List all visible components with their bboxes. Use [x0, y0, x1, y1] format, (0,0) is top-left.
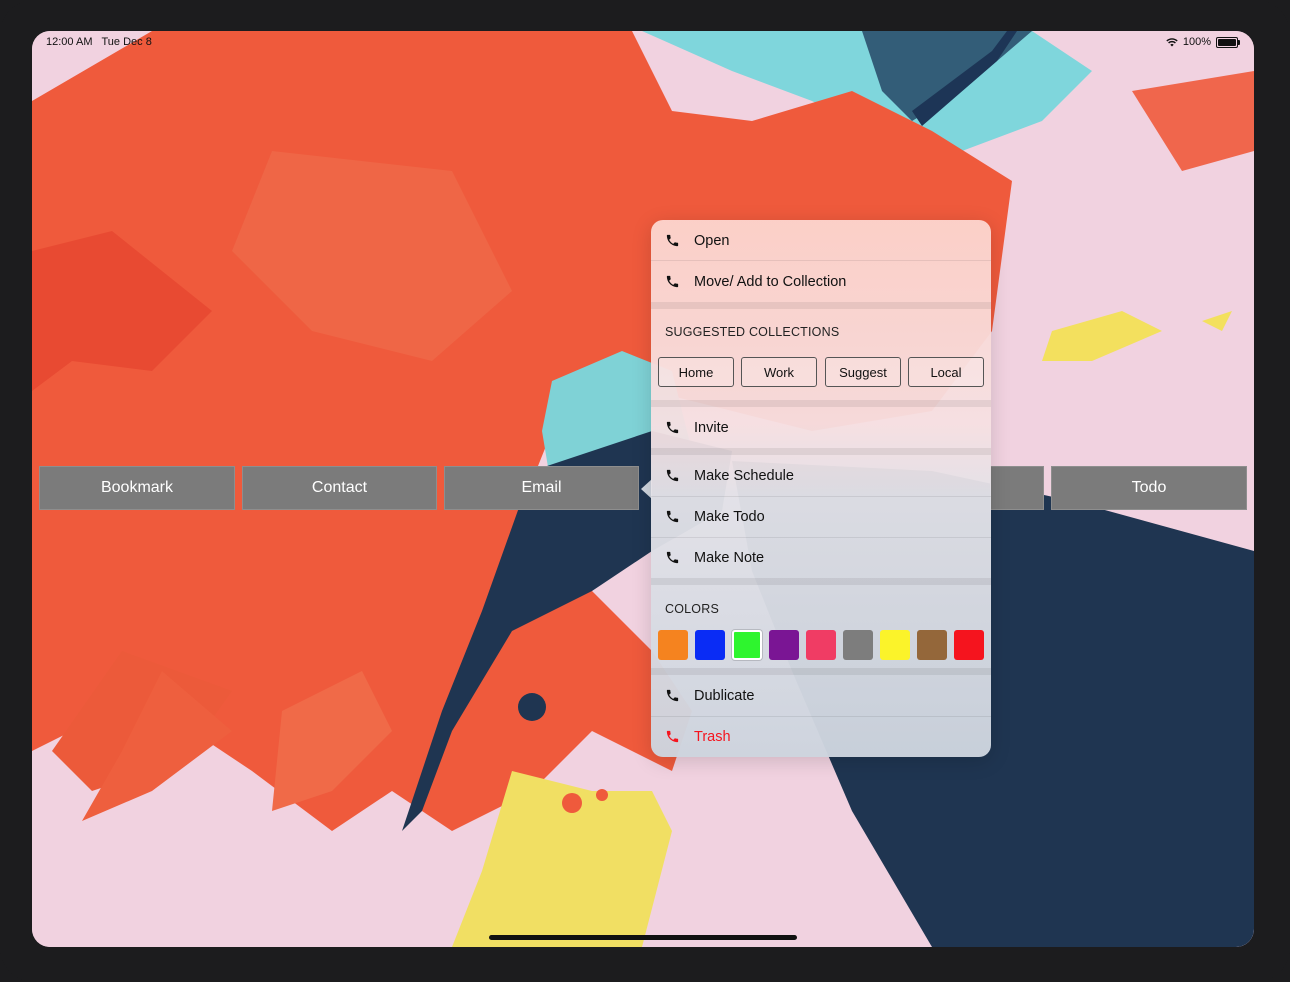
battery-percent: 100% [1182, 36, 1211, 48]
phone-icon [664, 420, 680, 436]
hidden-button[interactable] [990, 466, 1044, 510]
collection-local-button[interactable]: Local [908, 357, 984, 387]
menu-item-make-note[interactable]: Make Note [651, 537, 991, 578]
phone-icon [664, 233, 680, 249]
section-gap [651, 578, 991, 585]
status-time: 12:00 AM Tue Dec 8 [46, 36, 152, 48]
color-swatch[interactable] [769, 630, 799, 660]
menu-item-invite[interactable]: Invite [651, 407, 991, 448]
menu-item-make-todo[interactable]: Make Todo [651, 496, 991, 537]
collection-work-button[interactable]: Work [741, 357, 817, 387]
menu-item-move-add-collection[interactable]: Move/ Add to Collection [651, 261, 991, 302]
suggested-collections-header: SUGGESTED COLLECTIONS [665, 325, 840, 339]
bookmark-button[interactable]: Bookmark [39, 466, 235, 510]
section-gap [651, 668, 991, 675]
wifi-icon [1166, 38, 1178, 47]
phone-icon [664, 509, 680, 525]
menu-item-label: Open [694, 232, 730, 249]
color-swatch[interactable] [806, 630, 836, 660]
todo-button[interactable]: Todo [1051, 466, 1247, 510]
color-swatch[interactable] [917, 630, 947, 660]
screen: 12:00 AM Tue Dec 8 100% Bookmark Contact… [32, 31, 1254, 947]
collection-home-button[interactable]: Home [658, 357, 734, 387]
phone-icon [664, 688, 680, 704]
home-indicator[interactable] [489, 935, 797, 940]
email-button[interactable]: Email [444, 466, 639, 510]
menu-item-label: Move/ Add to Collection [694, 273, 847, 290]
phone-icon [664, 274, 680, 290]
menu-item-label: Dublicate [694, 687, 755, 704]
colors-header: COLORS [665, 602, 719, 616]
color-swatch[interactable] [732, 630, 762, 660]
section-gap [651, 302, 991, 309]
menu-item-trash[interactable]: Trash [651, 716, 991, 757]
device-frame: 12:00 AM Tue Dec 8 100% Bookmark Contact… [0, 0, 1290, 982]
color-swatch[interactable] [658, 630, 688, 660]
phone-icon [664, 550, 680, 566]
phone-icon [664, 729, 680, 745]
menu-item-open[interactable]: Open [651, 220, 991, 261]
color-swatch[interactable] [695, 630, 725, 660]
battery-icon [1216, 36, 1240, 48]
menu-item-label: Make Schedule [694, 467, 794, 484]
contact-button[interactable]: Contact [242, 466, 437, 510]
color-swatch[interactable] [843, 630, 873, 660]
phone-icon [664, 468, 680, 484]
color-swatch[interactable] [880, 630, 910, 660]
menu-item-label: Make Note [694, 549, 765, 566]
menu-item-duplicate[interactable]: Dublicate [651, 675, 991, 716]
section-gap [651, 448, 991, 455]
menu-item-make-schedule[interactable]: Make Schedule [651, 455, 991, 496]
menu-item-label: Make Todo [694, 508, 765, 525]
collection-suggest-button[interactable]: Suggest [825, 357, 901, 387]
status-bar: 12:00 AM Tue Dec 8 100% [32, 31, 1254, 53]
menu-item-label: Invite [694, 419, 729, 436]
color-swatch[interactable] [954, 630, 984, 660]
status-right: 100% [1166, 36, 1240, 48]
menu-item-label: Trash [694, 728, 731, 745]
context-menu: Open Move/ Add to Collection SUGGESTED C… [651, 220, 991, 757]
section-gap [651, 400, 991, 407]
